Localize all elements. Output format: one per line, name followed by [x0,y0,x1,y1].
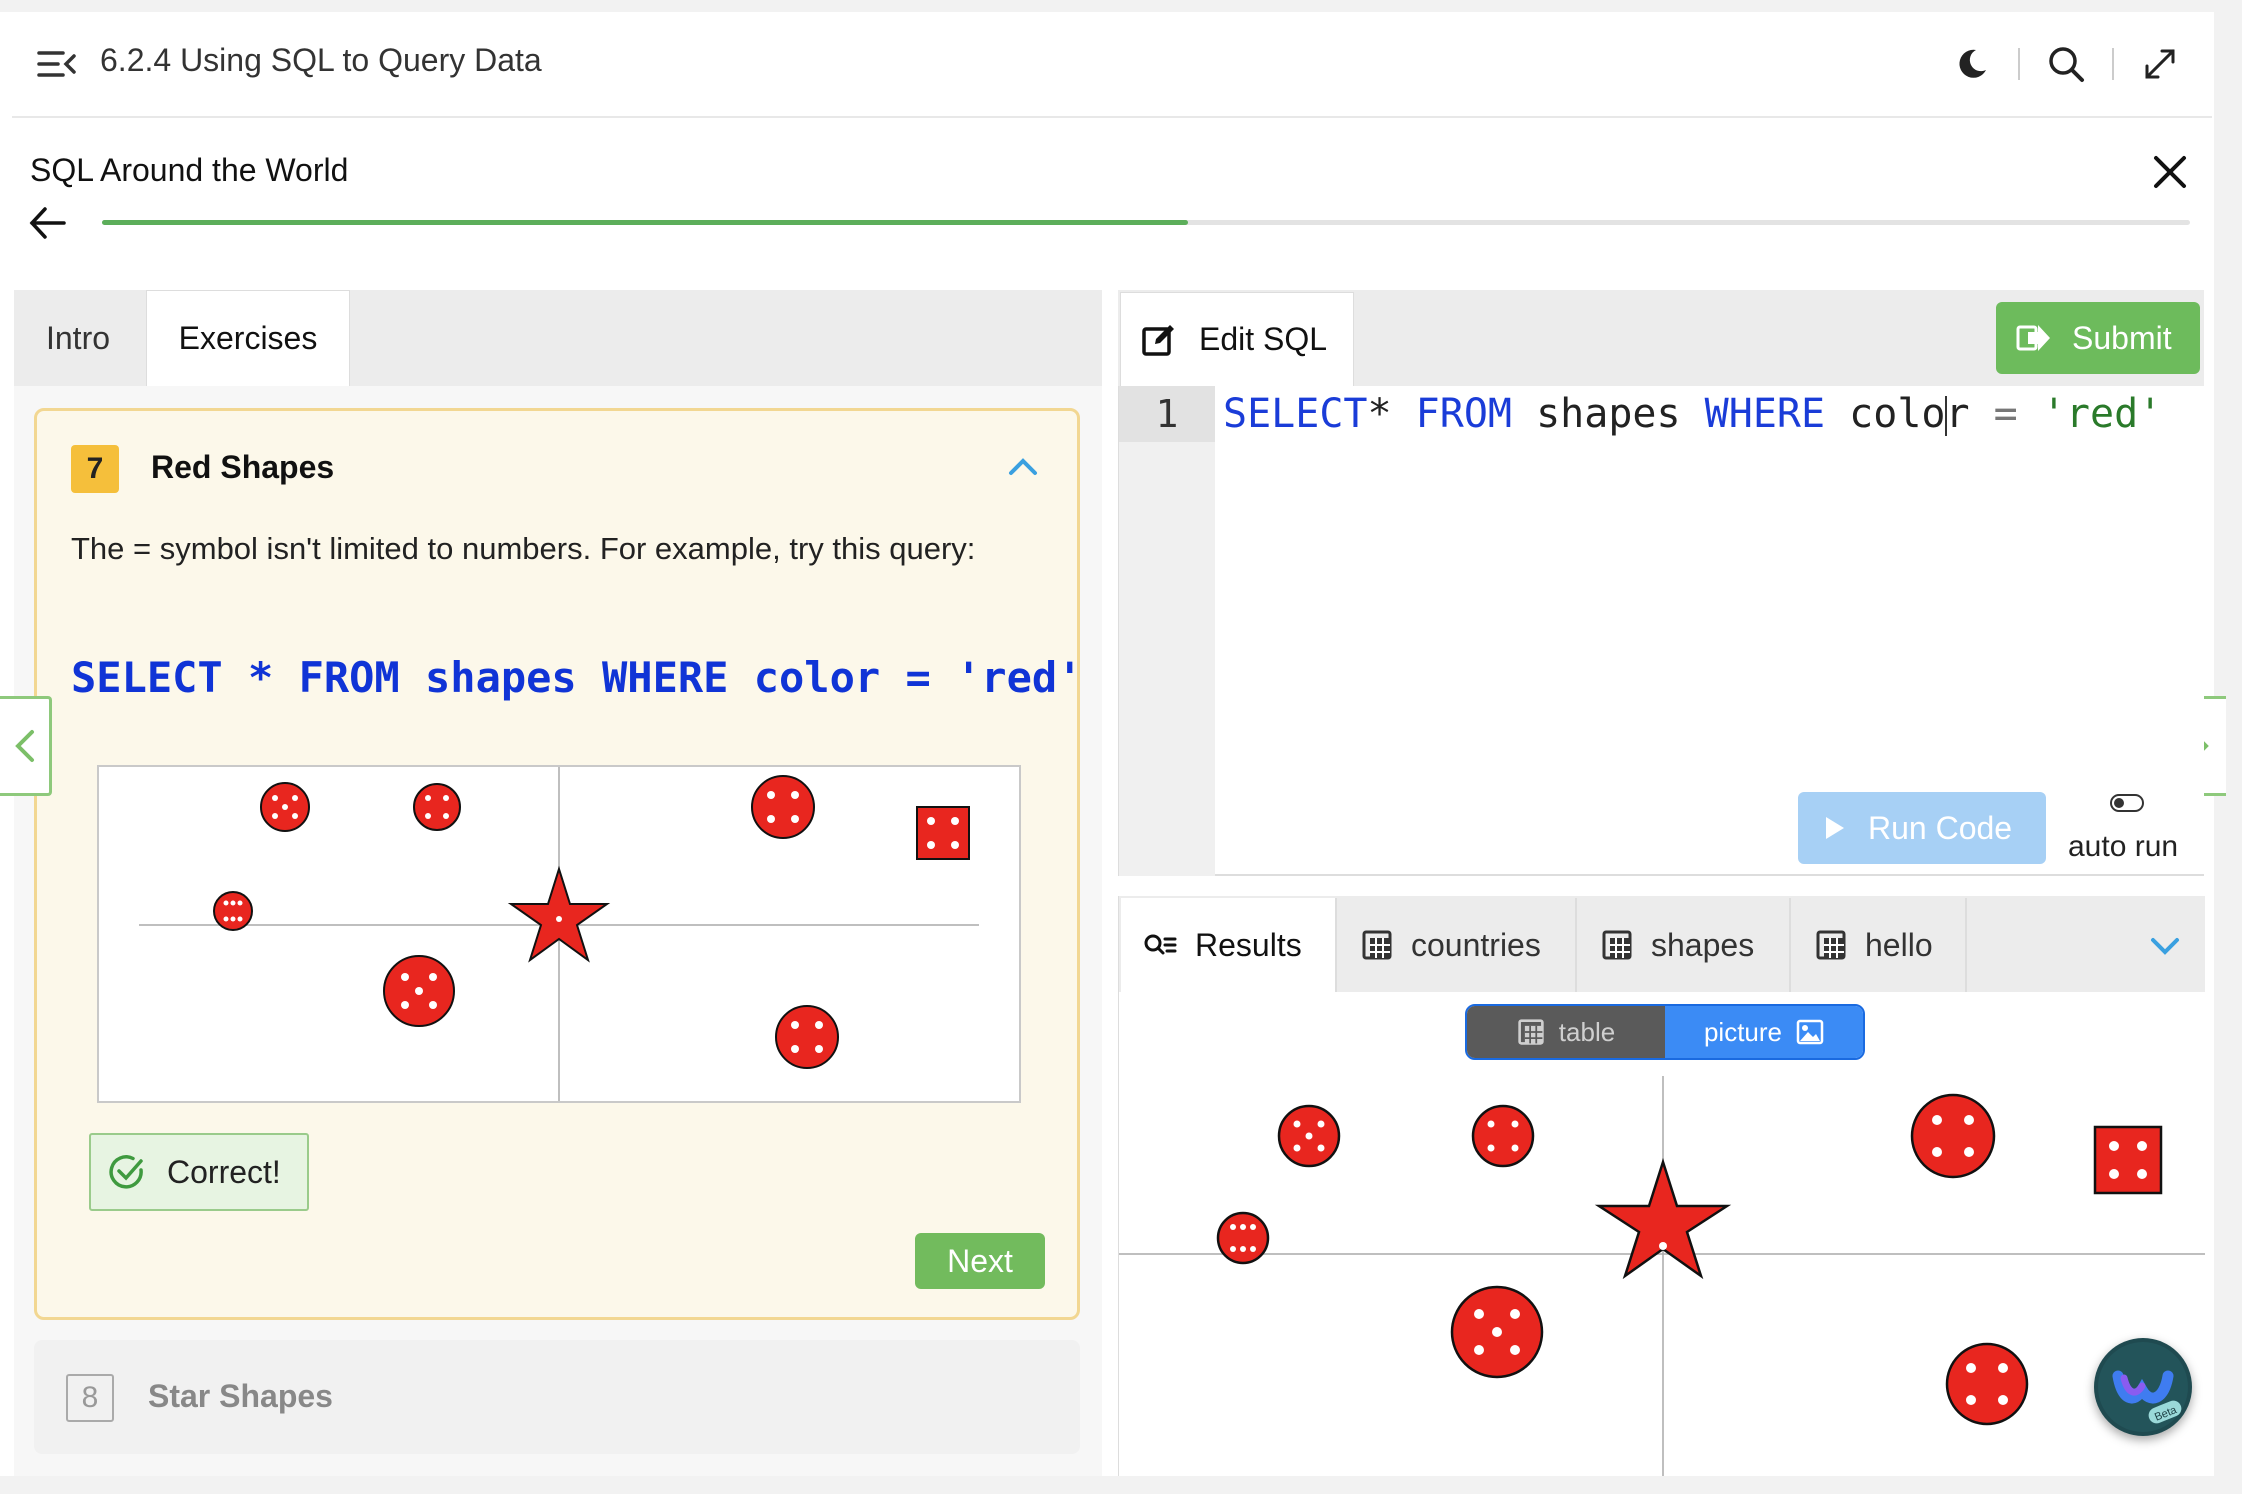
code-token: = [1993,391,2018,437]
left-tab-bar: Intro Exercises [14,290,1102,386]
expected-picture-canvas [139,767,979,1101]
play-icon [1826,817,1844,839]
close-icon[interactable] [2150,152,2190,192]
code-token: colo [1825,391,1946,437]
exercise-instructions: The = symbol isn't limited to numbers. F… [71,531,976,566]
results-panel: Results countries shapes hello table pic… [1118,896,2205,1476]
code-token: r [1945,391,1994,437]
back-arrow-icon[interactable] [28,204,68,242]
submit-arrow-icon [2016,325,2050,351]
tab-results[interactable]: Results [1121,898,1337,992]
tab-hello[interactable]: hello [1793,898,1967,992]
correct-feedback: Correct! [89,1133,309,1211]
results-picture [1119,1076,2205,1476]
chevron-left-icon [14,730,34,762]
line-number: 1 [1119,386,1215,442]
expand-icon[interactable] [2138,42,2182,86]
tab-results-label: Results [1195,926,1302,963]
code-token: * [1367,391,1416,437]
view-table-label: table [1558,1016,1616,1047]
view-picture-label: picture [1703,1016,1783,1047]
table-icon [1362,930,1392,960]
activity-progress-bar [102,220,2190,225]
app-page: 6.2.4 Using SQL to Query Data SQL Around… [0,0,2242,1494]
view-toggle: table picture [1465,1004,1865,1060]
view-table-button[interactable]: table [1467,1006,1665,1058]
exercise-panel: Intro Exercises 7 Red Shapes The = symbo… [14,290,1102,1476]
tab-countries-label: countries [1411,926,1541,963]
exercise-title: Red Shapes [151,449,335,485]
chevron-up-icon[interactable] [1003,451,1043,481]
submit-button[interactable]: Submit [1996,302,2200,374]
run-code-label: Run Code [1868,809,2013,846]
table-icon [1602,930,1632,960]
code-token: WHERE [1704,391,1826,437]
line-gutter: 1 [1119,386,1215,876]
results-tab-bar: Results countries shapes hello [1119,896,2205,992]
exercise-code-example: SELECT * FROM shapes WHERE color = 'red' [71,653,1083,702]
exercise-number-badge: 7 [71,445,119,493]
view-picture-button[interactable]: picture [1665,1006,1863,1058]
tab-shapes-label: shapes [1651,926,1755,963]
tab-shapes[interactable]: shapes [1579,898,1791,992]
code-token: shapes [1512,391,1705,437]
code-token: 'red' [2017,391,2163,437]
edit-icon [1142,324,1174,356]
run-code-button[interactable]: Run Code [1798,792,2046,864]
tab-countries[interactable]: countries [1339,898,1577,992]
table-icon [1518,1019,1544,1045]
exercise-card: 7 Red Shapes The = symbol isn't limited … [34,408,1083,1320]
next-button[interactable]: Next [915,1233,1045,1289]
image-icon [1796,1019,1824,1045]
sql-editor-panel: Edit SQL Submit 1 SELECT* FROM shapes WH… [1118,290,2204,876]
page-title: 6.2.4 Using SQL to Query Data [100,42,542,78]
top-toolbar [1950,42,2182,86]
toolbar-divider [2112,48,2114,80]
editor-tab-bar: Edit SQL Submit [1118,290,2204,386]
tab-exercises[interactable]: Exercises [146,290,350,386]
window-edge-top [0,0,2242,12]
code-token: SELECT [1223,391,1368,437]
exercise-title: Star Shapes [148,1378,333,1414]
assistant-beta-icon[interactable]: Beta [2094,1338,2192,1436]
expected-picture [97,765,1021,1103]
tab-edit-sql-label: Edit SQL [1199,321,1328,357]
chevron-down-icon[interactable] [2147,930,2183,960]
auto-run-toggle[interactable] [2110,794,2144,812]
tab-edit-sql[interactable]: Edit SQL [1120,292,1354,386]
code-token: FROM [1415,391,1512,437]
tab-hello-label: hello [1865,926,1933,963]
submit-label: Submit [2072,319,2172,356]
exercise-card-collapsed[interactable]: 8 Star Shapes [34,1340,1080,1454]
auto-run-label: auto run [2068,830,2179,863]
table-icon [1816,930,1846,960]
activity-title: SQL Around the World [30,152,349,188]
progress-fill [102,220,1188,225]
exercise-number-badge: 8 [66,1374,114,1422]
toolbar-divider [2018,48,2020,80]
moon-icon[interactable] [1950,42,1994,86]
correct-label: Correct! [167,1153,281,1190]
previous-exercise-button[interactable] [0,696,52,796]
results-icon [1144,934,1177,955]
menu-collapse-icon[interactable] [36,46,78,82]
window-edge-bottom [0,1476,2242,1494]
tab-intro[interactable]: Intro [14,290,142,386]
code-line[interactable]: SELECT* FROM shapes WHERE color = 'red' [1223,390,2162,438]
results-picture-canvas [1119,1076,2205,1476]
search-icon[interactable] [2044,42,2088,86]
check-circle-icon [109,1155,143,1189]
top-bar: 6.2.4 Using SQL to Query Data [12,12,2212,118]
